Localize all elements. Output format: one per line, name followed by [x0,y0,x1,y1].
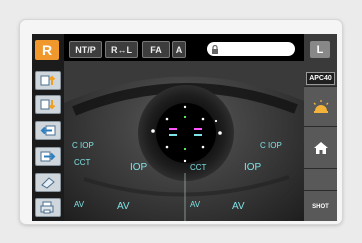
move-left-button[interactable] [35,121,61,140]
right-toolbar: L APC40 SHOT [304,34,337,221]
fa-button[interactable]: FA [142,41,170,58]
person-arrow-down-icon [40,99,56,110]
shot-button[interactable]: SHOT [304,190,337,221]
av-label-right: AV [232,201,245,212]
c-iop-label-right: C IOP [260,141,282,150]
eraser-button[interactable] [35,173,61,192]
move-right-button[interactable] [35,147,61,166]
av-small-label-left: AV [74,200,85,209]
lock-icon [212,44,218,54]
a-button[interactable]: A [172,41,186,58]
person-arrow-up-icon [40,75,56,86]
eraser-icon [41,177,55,189]
iop-label-right: IOP [244,162,262,173]
right-eye-button[interactable]: R [35,40,59,60]
cct-label-left: CCT [74,158,91,167]
apc-setting-button[interactable]: APC40 [306,72,335,85]
arrow-right-icon [40,151,56,162]
alert-light-icon [313,100,328,113]
left-eye-button[interactable]: L [310,41,330,58]
ntp-button[interactable]: NT/P [69,41,102,58]
left-toolbar: R [32,34,64,221]
home-icon [313,142,328,154]
blank-panel [304,168,337,191]
tonometer-screen: R NT/P R↔L FA A C IOP CCT IOP C IOP CCT … [32,34,337,221]
cct-label-right: CCT [190,163,207,172]
arrow-left-icon [40,125,56,136]
r-l-switch-button[interactable]: R↔L [105,41,138,58]
iop-label-left: IOP [130,162,148,173]
home-button[interactable] [304,126,337,169]
printer-icon [40,201,54,214]
c-iop-label-left: C IOP [72,141,94,150]
alarm-button[interactable] [304,86,337,127]
print-button[interactable] [35,198,61,217]
device-frame: R NT/P R↔L FA A C IOP CCT IOP C IOP CCT … [20,20,342,224]
av-small-label-right: AV [190,200,201,209]
move-down-button[interactable] [35,95,61,114]
av-label-left: AV [117,201,130,212]
patient-id-field[interactable] [207,42,295,56]
move-up-button[interactable] [35,71,61,90]
